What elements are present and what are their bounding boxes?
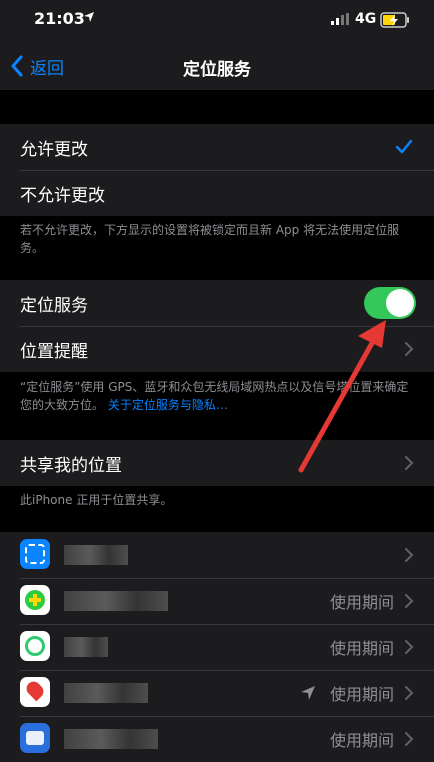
allow-changes-label: 允许更改 (20, 139, 88, 160)
app-row[interactable] (0, 532, 434, 578)
app-row[interactable]: 使用期间 (0, 670, 434, 716)
toggle-knob (386, 289, 414, 317)
row-separator (20, 170, 434, 171)
navigation-bar: 返回 定位服务 (0, 40, 434, 90)
row-separator (20, 670, 434, 671)
row-separator (20, 716, 434, 717)
battery-charging-icon (380, 12, 409, 28)
cellular-signal-icon (331, 13, 349, 25)
row-separator (20, 578, 434, 579)
permission-value: 使用期间 (329, 685, 394, 704)
disallow-changes-label: 不允许更改 (20, 185, 105, 206)
privacy-link[interactable]: 关于定位服务与隐私… (108, 398, 228, 412)
permission-value: 使用期间 (329, 731, 394, 750)
status-bar: 21:03 4G (0, 0, 434, 40)
location-services-toggle[interactable] (364, 287, 416, 319)
permission-value: 使用期间 (329, 639, 394, 658)
chevron-right-icon (405, 732, 414, 746)
row-separator (20, 326, 434, 327)
allow-changes-option[interactable]: 允许更改 (0, 124, 434, 170)
green-sync-app-icon (20, 631, 50, 661)
permission-group: 允许更改 不允许更改 (0, 124, 434, 216)
app-list: 使用期间 使用期间 使用期间 使用期间 (0, 532, 434, 762)
app-name-blurred (64, 545, 128, 565)
chevron-right-icon (405, 456, 414, 470)
page-title: 定位服务 (183, 60, 251, 80)
location-arrow-icon (84, 12, 94, 22)
app-name-blurred (64, 683, 148, 703)
app-name-blurred (64, 591, 168, 611)
share-group: 共享我的位置 (0, 440, 434, 486)
chevron-right-icon (405, 640, 414, 654)
location-group: 定位服务 位置提醒 (0, 280, 434, 372)
share-note: 此iPhone 正用于位置共享。 (20, 493, 173, 507)
green-plus-app-icon (20, 585, 50, 615)
location-services-label: 定位服务 (20, 295, 88, 316)
app-name-blurred (64, 637, 108, 657)
disallow-changes-option[interactable]: 不允许更改 (0, 170, 434, 216)
blue-square-app-icon (20, 539, 50, 569)
share-location-label: 共享我的位置 (20, 455, 122, 476)
location-alerts-label: 位置提醒 (20, 341, 88, 362)
red-du-app-icon (20, 677, 50, 707)
permission-value: 使用期间 (329, 593, 394, 612)
location-arrow-icon (301, 686, 315, 700)
permission-note: 若不允许更改，下方显示的设置将被锁定而且新 App 将无法使用定位服务。 (20, 223, 400, 255)
app-row[interactable]: 使用期间 (0, 578, 434, 624)
chevron-right-icon (405, 342, 414, 356)
checkmark-icon (395, 139, 413, 154)
status-time: 21:03 (34, 9, 85, 28)
chevron-right-icon (405, 594, 414, 608)
chevron-right-icon (405, 548, 414, 562)
location-note: “定位服务”使用 GPS、蓝牙和众包无线局域网热点以及信号塔位置来确定您的大致方… (20, 378, 420, 414)
chevron-right-icon (405, 686, 414, 700)
app-row[interactable]: 使用期间 (0, 624, 434, 670)
row-separator (20, 624, 434, 625)
location-services-row: 定位服务 (0, 280, 434, 326)
blue-du-app-icon (20, 723, 50, 753)
share-location-row[interactable]: 共享我的位置 (0, 440, 434, 486)
location-alerts-row[interactable]: 位置提醒 (0, 326, 434, 372)
network-type: 4G (355, 11, 377, 27)
app-row[interactable]: 使用期间 (0, 716, 434, 762)
app-name-blurred (64, 729, 158, 749)
